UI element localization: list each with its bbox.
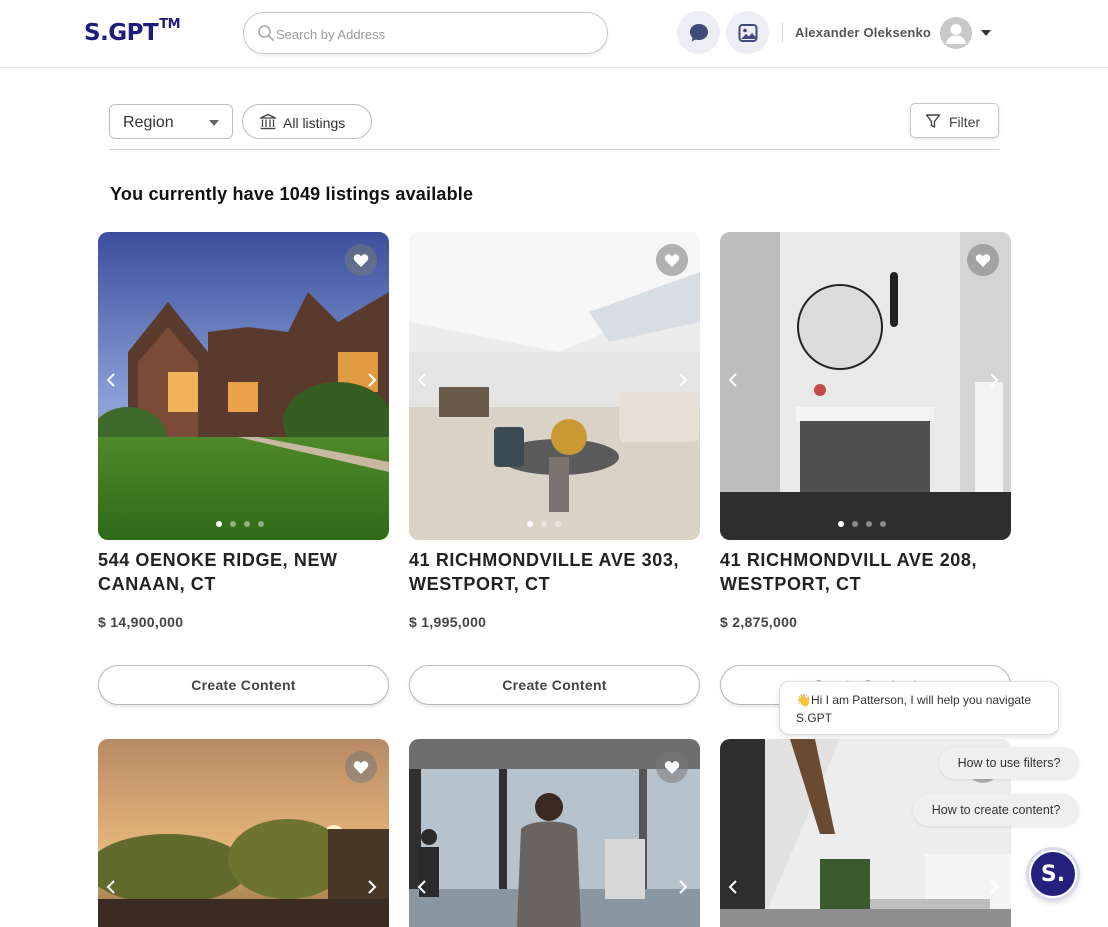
- listing-image-living-room: [409, 232, 700, 540]
- favorite-heart-button[interactable]: [345, 751, 377, 783]
- heart-icon: [353, 760, 369, 774]
- listing-photo[interactable]: [409, 232, 700, 540]
- carousel-dot[interactable]: [244, 521, 250, 527]
- favorite-heart-button[interactable]: [967, 244, 999, 276]
- carousel-dot[interactable]: [838, 521, 844, 527]
- create-content-button[interactable]: Create Content: [409, 665, 700, 705]
- chevron-right-icon[interactable]: [363, 879, 379, 895]
- carousel-dot[interactable]: [555, 521, 561, 527]
- header-divider: [782, 23, 783, 43]
- suggestion-chip-create-content[interactable]: How to create content?: [913, 794, 1079, 826]
- carousel-dots: [527, 521, 561, 527]
- heart-icon: [353, 253, 369, 267]
- chevron-right-icon[interactable]: [985, 879, 1001, 895]
- carousel-dot[interactable]: [527, 521, 533, 527]
- favorite-heart-button[interactable]: [656, 244, 688, 276]
- heart-icon: [664, 253, 680, 267]
- region-select-label: Region: [123, 114, 174, 131]
- assistant-launcher-button[interactable]: S.: [1029, 850, 1077, 898]
- favorite-heart-button[interactable]: [656, 751, 688, 783]
- carousel-dot[interactable]: [880, 521, 886, 527]
- caret-down-icon[interactable]: [981, 30, 991, 36]
- listing-photo[interactable]: [409, 739, 700, 927]
- carousel-dot[interactable]: [541, 521, 547, 527]
- chevron-left-icon[interactable]: [415, 372, 431, 388]
- carousel-dots: [838, 521, 886, 527]
- image-gallery-icon: [738, 23, 757, 42]
- listing-photo[interactable]: [98, 739, 389, 927]
- filter-label: Filter: [949, 114, 981, 130]
- toolbar-divider: [109, 149, 999, 150]
- carousel-dot[interactable]: [258, 521, 264, 527]
- logo[interactable]: S.GPTTM: [84, 17, 181, 46]
- all-listings-button[interactable]: All listings: [242, 104, 372, 139]
- chevron-right-icon[interactable]: [985, 372, 1001, 388]
- listings-count-heading: You currently have 1049 listings availab…: [110, 184, 474, 204]
- chevron-left-icon[interactable]: [726, 879, 742, 895]
- user-avatar-icon[interactable]: [940, 17, 972, 49]
- all-listings-label: All listings: [283, 115, 346, 131]
- chat-bubble-icon: [689, 23, 708, 41]
- listing-address[interactable]: 544 OENOKE RIDGE, NEW CANAAN, CT: [98, 548, 389, 596]
- listing-image-mansion: [98, 232, 389, 540]
- chevron-right-icon[interactable]: [674, 372, 690, 388]
- user-name[interactable]: Alexander Oleksenko: [795, 25, 931, 40]
- listing-price: $ 1,995,000: [409, 614, 487, 630]
- chevron-right-icon[interactable]: [363, 372, 379, 388]
- heart-icon: [975, 253, 991, 267]
- chevron-left-icon[interactable]: [415, 879, 431, 895]
- suggestion-chip-filters[interactable]: How to use filters?: [939, 747, 1079, 779]
- heart-icon: [664, 760, 680, 774]
- listing-photo[interactable]: [720, 232, 1011, 540]
- carousel-dot[interactable]: [216, 521, 222, 527]
- chevron-left-icon[interactable]: [104, 372, 120, 388]
- bank-icon: [259, 113, 277, 130]
- chevron-left-icon[interactable]: [104, 879, 120, 895]
- listing-price: $ 14,900,000: [98, 614, 184, 630]
- listing-price: $ 2,875,000: [720, 614, 798, 630]
- search-bar[interactable]: [243, 12, 608, 54]
- chevron-right-icon[interactable]: [674, 879, 690, 895]
- waving-hand-icon: 👋: [796, 693, 811, 707]
- filter-funnel-icon: [925, 114, 941, 128]
- chevron-down-icon: [209, 120, 219, 126]
- top-header: S.GPTTM Alexander Oleksenko: [0, 0, 1108, 68]
- carousel-dot[interactable]: [230, 521, 236, 527]
- create-content-button[interactable]: Create Content: [98, 665, 389, 705]
- gallery-button[interactable]: [726, 11, 769, 54]
- assistant-greeting-bubble: 👋Hi I am Patterson, I will help you navi…: [779, 681, 1059, 735]
- favorite-heart-button[interactable]: [345, 244, 377, 276]
- listing-image-bathroom: [720, 232, 1011, 540]
- listing-photo[interactable]: [98, 232, 389, 540]
- chat-button[interactable]: [677, 11, 720, 54]
- listing-address[interactable]: 41 RICHMONDVILL AVE 208, WESTPORT, CT: [720, 548, 1011, 596]
- filter-button[interactable]: Filter: [910, 103, 999, 138]
- search-icon: [258, 25, 274, 41]
- assistant-greeting-text: Hi I am Patterson, I will help you navig…: [796, 693, 1032, 725]
- carousel-dots: [216, 521, 264, 527]
- chevron-left-icon[interactable]: [726, 372, 742, 388]
- carousel-dot[interactable]: [852, 521, 858, 527]
- region-select[interactable]: Region: [109, 104, 233, 139]
- search-input[interactable]: [276, 23, 586, 45]
- carousel-dot[interactable]: [866, 521, 872, 527]
- listing-address[interactable]: 41 RICHMONDVILLE AVE 303, WESTPORT, CT: [409, 548, 700, 596]
